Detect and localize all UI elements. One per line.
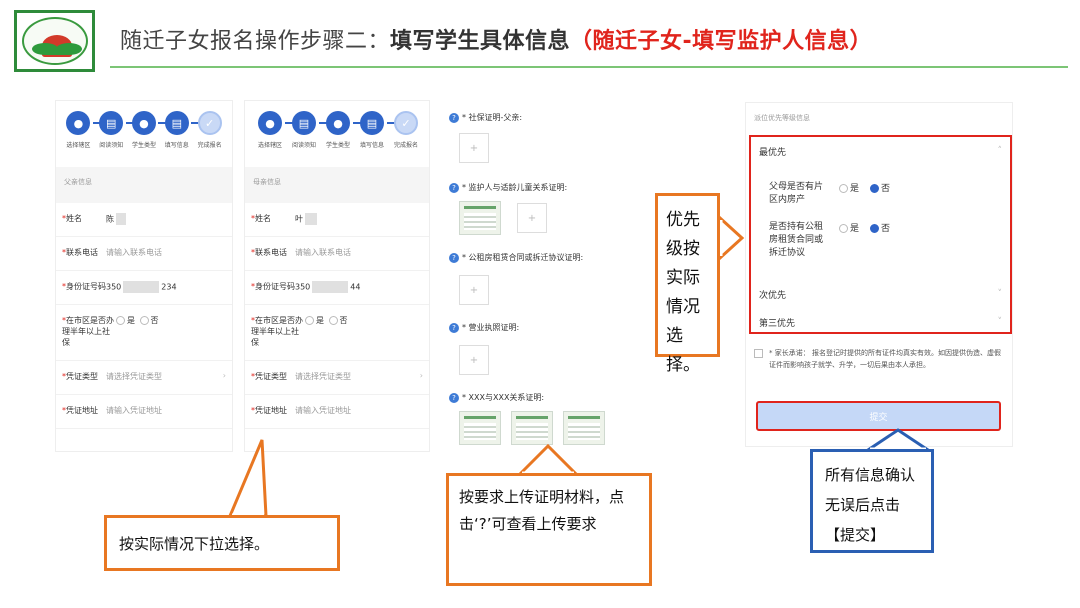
callout-upload-tip: 按要求上传证明材料，点击‘?’可查看上传要求 xyxy=(446,473,652,586)
callout-dropdown-tip: 按实际情况下拉选择。 xyxy=(104,515,340,571)
callout-priority-tip: 优先级按实际情况选择。 xyxy=(655,193,720,375)
callout-submit-tip: 所有信息确认无误后点击【提交】 xyxy=(810,449,934,553)
